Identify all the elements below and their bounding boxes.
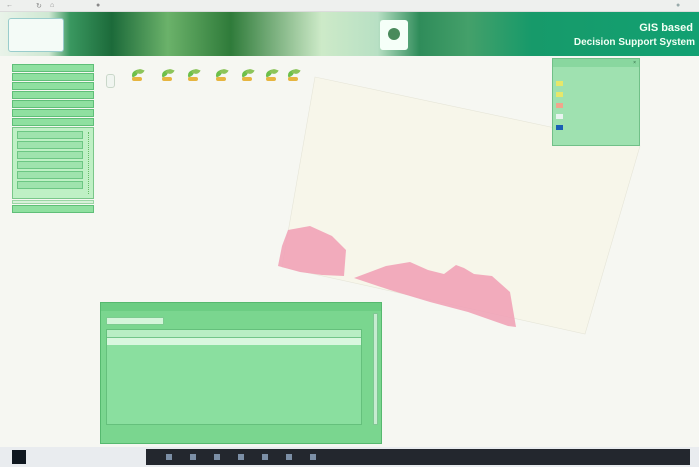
menu-item[interactable] (12, 64, 94, 72)
app-icon[interactable] (166, 454, 172, 460)
app-icon[interactable] (238, 454, 244, 460)
table-cell (273, 338, 359, 345)
results-panel (100, 302, 382, 444)
close-icon[interactable]: × (633, 59, 636, 67)
column-header[interactable] (107, 330, 189, 337)
app-icon[interactable] (214, 454, 220, 460)
browser-toolbar: ← ↻ ⌂ ● ● (0, 0, 699, 12)
site-logo[interactable] (8, 18, 64, 52)
results-table (106, 329, 362, 425)
panel-tab[interactable] (106, 317, 164, 325)
legend-swatch (556, 125, 563, 130)
legend-row (553, 89, 639, 100)
table-row[interactable] (107, 338, 361, 345)
column-header[interactable] (273, 330, 359, 337)
submenu-item[interactable] (17, 131, 83, 139)
app-icon[interactable] (262, 454, 268, 460)
menu-item[interactable] (12, 109, 94, 117)
legend-row (553, 122, 639, 133)
table-header (107, 330, 361, 338)
legend-swatch (556, 103, 563, 108)
horizontal-scrollbar[interactable] (12, 200, 94, 204)
panel-header (101, 303, 381, 311)
back-icon[interactable]: ← (6, 2, 13, 9)
menu-item[interactable] (12, 82, 94, 90)
banner-title-line2: Decision Support System (573, 37, 695, 48)
legend-row (553, 100, 639, 111)
taskbar-strip (146, 449, 690, 465)
taskbar-search[interactable] (36, 452, 126, 462)
legend-swatch (556, 70, 563, 75)
home-icon[interactable]: ⌂ (50, 2, 54, 9)
legend-header: × (553, 59, 639, 67)
start-icon[interactable] (12, 450, 26, 464)
info-icon[interactable]: ● (96, 2, 100, 9)
submenu-item[interactable] (17, 151, 83, 159)
menu-item[interactable] (12, 91, 94, 99)
account-icon[interactable]: ● (676, 2, 680, 9)
site-banner: GIS based Decision Support System (0, 12, 699, 56)
submenu-item[interactable] (17, 161, 83, 169)
legend-row (553, 78, 639, 89)
app-icon[interactable] (286, 454, 292, 460)
menu-item-bottom[interactable] (12, 205, 94, 213)
column-header[interactable] (189, 330, 273, 337)
submenu-scrollbar[interactable] (88, 132, 91, 194)
menu-item[interactable] (12, 100, 94, 108)
submenu-panel (12, 127, 94, 199)
legend-row (553, 67, 639, 78)
app-icon[interactable] (310, 454, 316, 460)
legend-panel: × (552, 58, 640, 146)
left-menu (12, 64, 94, 214)
submenu-item[interactable] (17, 171, 83, 179)
legend-swatch (556, 92, 563, 97)
menu-item[interactable] (12, 73, 94, 81)
refresh-icon[interactable]: ↻ (36, 2, 42, 10)
legend-row (553, 111, 639, 122)
table-cell (189, 338, 273, 345)
emblem-icon (380, 20, 408, 50)
table-cell (107, 338, 189, 345)
submenu-item[interactable] (17, 181, 83, 189)
submenu-item[interactable] (17, 141, 83, 149)
app-icon[interactable] (190, 454, 196, 460)
os-taskbar (0, 447, 699, 467)
banner-title-line1: GIS based (639, 22, 693, 34)
legend-swatch (556, 114, 563, 119)
panel-scrollbar[interactable] (373, 313, 378, 425)
menu-item-expanded[interactable] (12, 118, 94, 126)
legend-swatch (556, 81, 563, 86)
